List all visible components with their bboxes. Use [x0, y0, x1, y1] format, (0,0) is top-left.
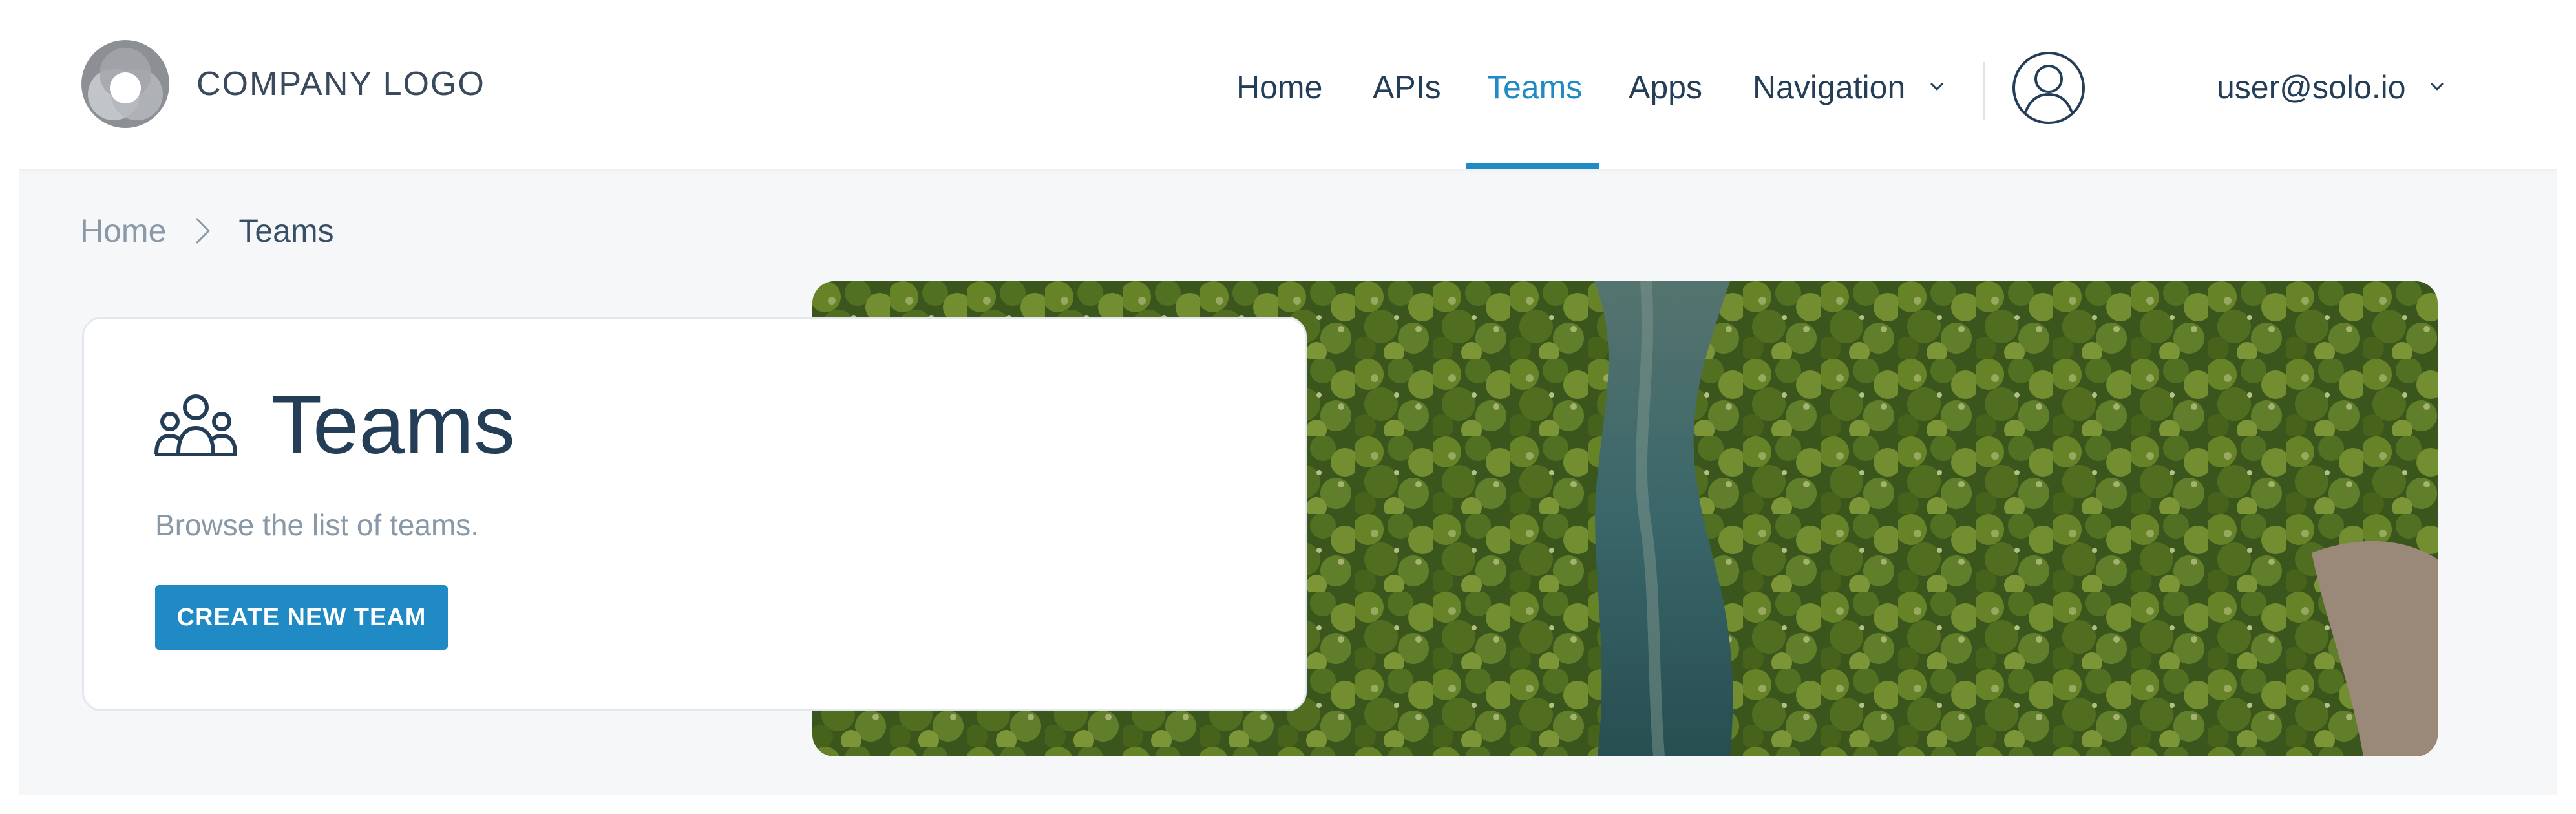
nav-teams[interactable]: Teams	[1487, 65, 1582, 110]
page-title: Teams	[271, 379, 515, 471]
team-icon	[154, 394, 237, 456]
nav-apps[interactable]: Apps	[1629, 65, 1702, 110]
teams-card: Teams Browse the list of teams. CREATE N…	[82, 317, 1307, 711]
nav-apis[interactable]: APIs	[1373, 65, 1441, 110]
user-email: user@solo.io	[2217, 69, 2406, 105]
card-header: Teams	[154, 383, 515, 467]
chevron-right-icon	[196, 218, 210, 244]
breadcrumb-home[interactable]: Home	[80, 212, 166, 250]
breadcrumb-current: Teams	[238, 213, 334, 249]
main-nav: Home APIs Teams Apps Navigation user@sol…	[0, 0, 2576, 170]
nav-home[interactable]: Home	[1236, 65, 1322, 110]
nav-navigation-label: Navigation	[1753, 69, 1906, 105]
user-avatar-icon[interactable]	[2011, 50, 2086, 125]
breadcrumb: Home Teams	[80, 208, 334, 253]
chevron-down-icon	[1930, 83, 1943, 91]
create-new-team-button[interactable]: CREATE NEW TEAM	[155, 585, 448, 650]
page-description: Browse the list of teams.	[155, 508, 480, 542]
chevron-down-icon	[2431, 83, 2444, 91]
nav-navigation[interactable]: Navigation	[1753, 65, 1944, 110]
user-menu[interactable]: user@solo.io	[2217, 65, 2444, 110]
top-header: COMPANY LOGO Home APIs Teams Apps Naviga…	[0, 0, 2576, 170]
nav-divider	[1983, 62, 1985, 120]
